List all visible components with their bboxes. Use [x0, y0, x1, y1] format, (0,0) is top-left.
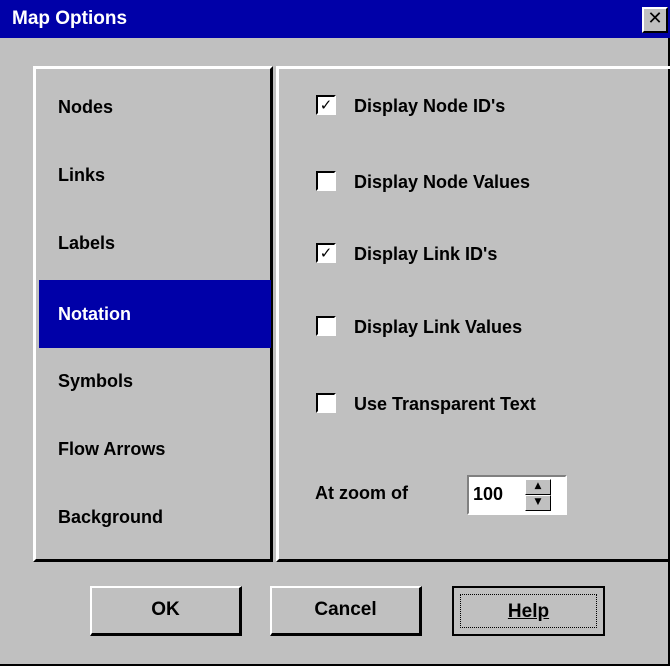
use-transparent-text-checkbox[interactable] — [316, 393, 336, 413]
display-node-ids-label[interactable]: Display Node ID's — [354, 94, 505, 118]
help-button-label: Help — [507, 601, 550, 622]
help-button-focus: Help — [460, 594, 597, 628]
close-icon[interactable]: ✕ — [642, 7, 668, 33]
list-item-labels[interactable]: Labels — [39, 209, 271, 277]
list-item-background[interactable]: Background — [39, 483, 271, 551]
zoom-label: At zoom of — [315, 483, 408, 503]
display-node-ids-checkbox[interactable]: ✓ — [316, 95, 336, 115]
zoom-spin-buttons: ▲ ▼ — [525, 479, 551, 511]
display-node-values-label[interactable]: Display Node Values — [354, 170, 530, 194]
use-transparent-text-label[interactable]: Use Transparent Text — [354, 392, 536, 416]
zoom-value[interactable]: 100 — [473, 482, 503, 506]
zoom-spinner[interactable]: 100 ▲ ▼ — [467, 475, 567, 515]
category-list: Nodes Links Labels Notation Symbols Flow… — [33, 66, 273, 562]
cancel-button[interactable]: Cancel — [270, 586, 422, 636]
list-item-notation[interactable]: Notation — [39, 280, 271, 348]
display-link-ids-checkbox[interactable]: ✓ — [316, 243, 336, 263]
title-bar[interactable]: Map Options ✕ — [0, 0, 670, 38]
map-options-dialog: Map Options ✕ Nodes Links Labels Notatio… — [0, 0, 670, 666]
spin-up-icon[interactable]: ▲ — [525, 479, 551, 495]
help-button[interactable]: Help — [452, 586, 605, 636]
notation-options-panel: ✓ Display Node ID's Display Node Values … — [276, 66, 670, 562]
list-item-symbols[interactable]: Symbols — [39, 347, 271, 415]
list-item-nodes[interactable]: Nodes — [39, 73, 271, 141]
list-item-flow-arrows[interactable]: Flow Arrows — [39, 415, 271, 483]
display-link-values-label[interactable]: Display Link Values — [354, 315, 522, 339]
spin-down-icon[interactable]: ▼ — [525, 495, 551, 511]
display-node-values-checkbox[interactable] — [316, 171, 336, 191]
display-link-values-checkbox[interactable] — [316, 316, 336, 336]
ok-button[interactable]: OK — [90, 586, 242, 636]
dialog-title: Map Options — [12, 8, 128, 29]
display-link-ids-label[interactable]: Display Link ID's — [354, 242, 497, 266]
list-item-links[interactable]: Links — [39, 141, 271, 209]
